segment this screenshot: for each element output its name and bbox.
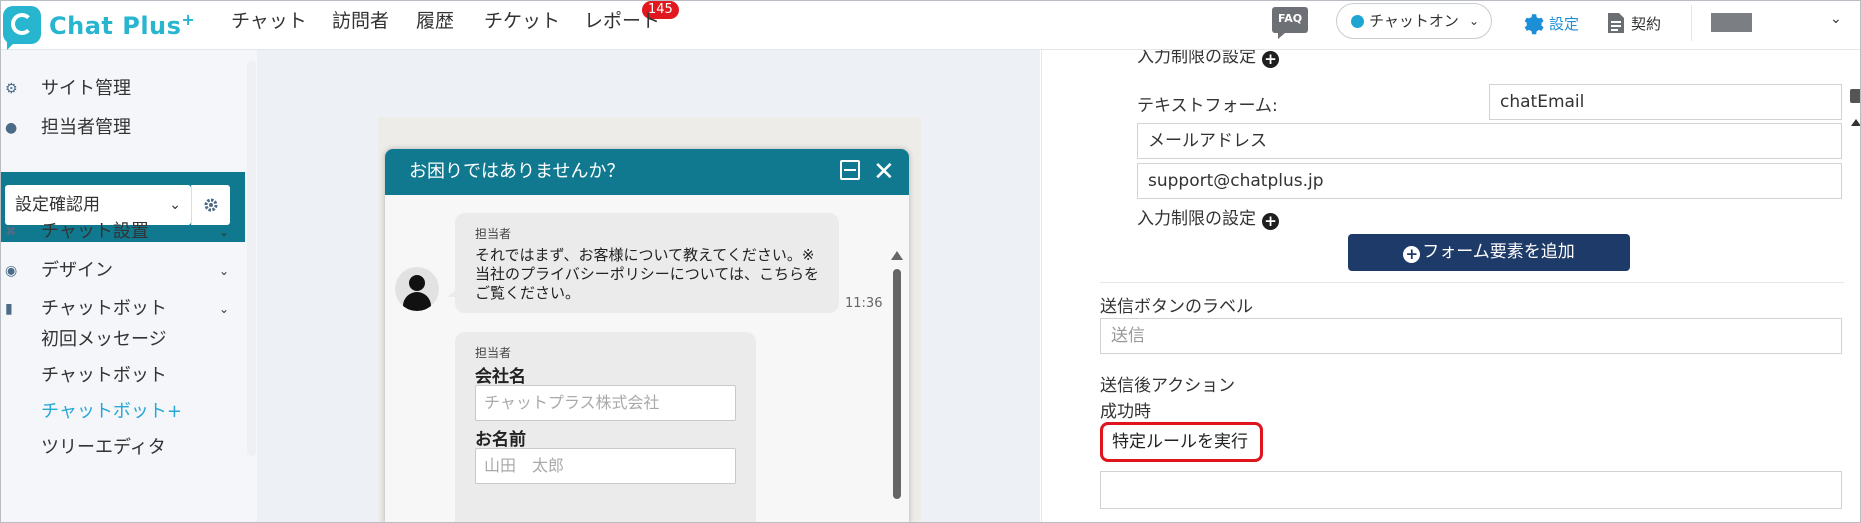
widget-title: お困りではありませんか？ [409,161,625,182]
section-divider [1100,282,1844,283]
person-icon [409,275,425,291]
send-button-label-title: 送信ボタンのラベル [1100,297,1253,317]
trash-icon[interactable] [1850,89,1860,103]
text-form-label: テキストフォーム: [1137,96,1278,116]
users-icon: ● [5,120,18,136]
chat-bubble-logo-icon [3,6,41,50]
sidebar-item-chat-setup[interactable]: ✖ チャット設置 ⌄ [1,216,245,248]
palette-icon: ◉ [5,263,18,279]
sidebar-item-chatbot[interactable]: ▮ チャットボット ⌄ [1,293,245,325]
add-icon: + [1262,213,1279,230]
document-icon [1608,13,1624,33]
send-button-label-input[interactable]: 送信 [1100,318,1842,354]
on-success-label: 成功時 [1100,402,1151,422]
after-send-action-title: 送信後アクション [1100,376,1236,396]
gear-icon: ⚙ [5,81,18,97]
sidebar-subitem-chatbot-plus[interactable]: チャットボット+ [41,398,182,426]
sidebar-subitem-tree-editor[interactable]: ツリーエディタ [41,434,166,462]
minimize-icon[interactable] [840,160,860,180]
chevron-down-icon: ⌄ [219,225,230,239]
add-icon: + [1262,51,1279,68]
logo-text: Chat Plus+ [49,10,196,40]
sidebar-scrollbar[interactable] [247,61,256,456]
text-form-name-input[interactable]: chatEmail [1489,84,1842,120]
input-restriction-link-top[interactable]: 入力制限の設定 + [1137,50,1279,70]
settings-label: 設定 [1549,14,1580,33]
field-label-input[interactable]: メールアドレス [1137,123,1842,159]
nav-visitors[interactable]: 訪問者 [332,1,389,45]
scroll-thumb[interactable] [893,269,901,499]
agent-avatar [395,267,439,311]
chevron-down-icon: ⌄ [1468,14,1479,28]
name-label: お名前 [475,430,526,450]
input-restriction-link[interactable]: 入力制限の設定 + [1137,204,1279,230]
message-time: 11:36 [845,296,883,311]
top-navigation-bar: Chat Plus+ チャット 訪問者 履歴 チケット 145 レポート FAQ… [1,1,1860,50]
nav-tickets[interactable]: チケット [484,1,560,45]
header-divider [1691,5,1692,41]
add-icon: + [1403,246,1421,263]
close-icon[interactable]: ✕ [873,149,895,195]
contract-link[interactable]: 契約 [1607,9,1661,37]
nav-reports[interactable]: レポート [584,1,660,45]
sidebar-item-label: デザイン [41,260,113,281]
add-form-element-button[interactable]: + フォーム要素を追加 [1348,234,1630,271]
sidebar-item-staff-management[interactable]: ● 担当者管理 [1,112,245,144]
message-sender: 担当者 [475,227,512,241]
tools-icon: ✖ [5,224,17,240]
chat-status-dropdown[interactable]: チャットオン ⌄ [1336,3,1492,39]
sidebar-item-label: 担当者管理 [41,117,131,138]
company-input[interactable]: チャットプラス株式会社 [475,385,736,421]
message-bubble: 担当者 それではまず、お客様について教えてください。※当社のプライバシーポリシー… [447,213,839,313]
app-window: Chat Plus+ チャット 訪問者 履歴 チケット 145 レポート FAQ… [0,0,1861,523]
widget-scrollbar[interactable] [891,251,903,522]
user-avatar[interactable] [1711,13,1752,32]
chat-icon: ▮ [5,301,13,317]
sidebar-subitem-first-message[interactable]: 初回メッセージ [41,326,167,354]
nav-chat[interactable]: チャット [231,1,307,45]
gear-icon [204,198,218,212]
field-placeholder-input[interactable]: support@chatplus.jp [1137,163,1842,199]
panel-scrollbar[interactable] [1850,81,1860,141]
chat-widget-preview: お困りではありませんか？ ✕ 担当者 それではまず、お客様について教えてください… [385,149,909,522]
nav-history[interactable]: 履歴 [416,1,454,45]
widget-body: 担当者 それではまず、お客様について教えてください。※当社のプライバシーポリシー… [385,195,909,522]
chevron-down-icon: ⌄ [219,264,230,278]
sidebar-item-label: チャットボット [41,298,167,319]
status-dot-icon [1351,15,1364,28]
faq-button[interactable]: FAQ [1272,7,1308,39]
scroll-up-icon[interactable] [1851,119,1860,126]
chatplus-logo[interactable]: Chat Plus+ [3,3,196,50]
widget-header: お困りではありませんか？ ✕ [385,149,909,195]
gear-icon [1524,14,1544,35]
sidebar-item-design[interactable]: ◉ デザイン ⌄ [1,255,245,287]
name-input[interactable]: 山田 太郎 [475,448,736,484]
chevron-down-icon: ⌄ [219,302,230,316]
company-label: 会社名 [475,367,526,387]
sidebar: ⚙ サイト管理 ● 担当者管理 設定確認用 ⌄ ✖ チャット設置 ⌄ ◉ デザイ… [1,50,245,522]
sidebar-item-site-management[interactable]: ⚙ サイト管理 [1,73,245,105]
sidebar-item-label: サイト管理 [41,78,131,99]
form-message-bubble: 担当者 会社名 チャットプラス株式会社 お名前 山田 太郎 [455,332,756,522]
user-menu-chevron-icon[interactable]: ⌄ [1830,11,1842,27]
success-action-select[interactable]: 特定ルールを実行 [1100,422,1263,462]
settings-link[interactable]: 設定 [1521,9,1579,37]
success-action-extra-input[interactable] [1100,471,1842,509]
contract-label: 契約 [1631,14,1662,33]
sidebar-item-label: チャット設置 [41,221,149,242]
message-sender: 担当者 [475,346,512,360]
faq-label: FAQ [1277,12,1303,25]
message-text: それではまず、お客様について教えてください。※当社のプライバシーポリシーについて… [475,246,819,302]
add-form-element-label: フォーム要素を追加 [1422,242,1575,262]
sidebar-subitem-chatbot[interactable]: チャットボット [41,362,167,390]
scroll-up-icon[interactable] [891,251,903,260]
chat-status-label: チャットオン [1369,12,1459,30]
